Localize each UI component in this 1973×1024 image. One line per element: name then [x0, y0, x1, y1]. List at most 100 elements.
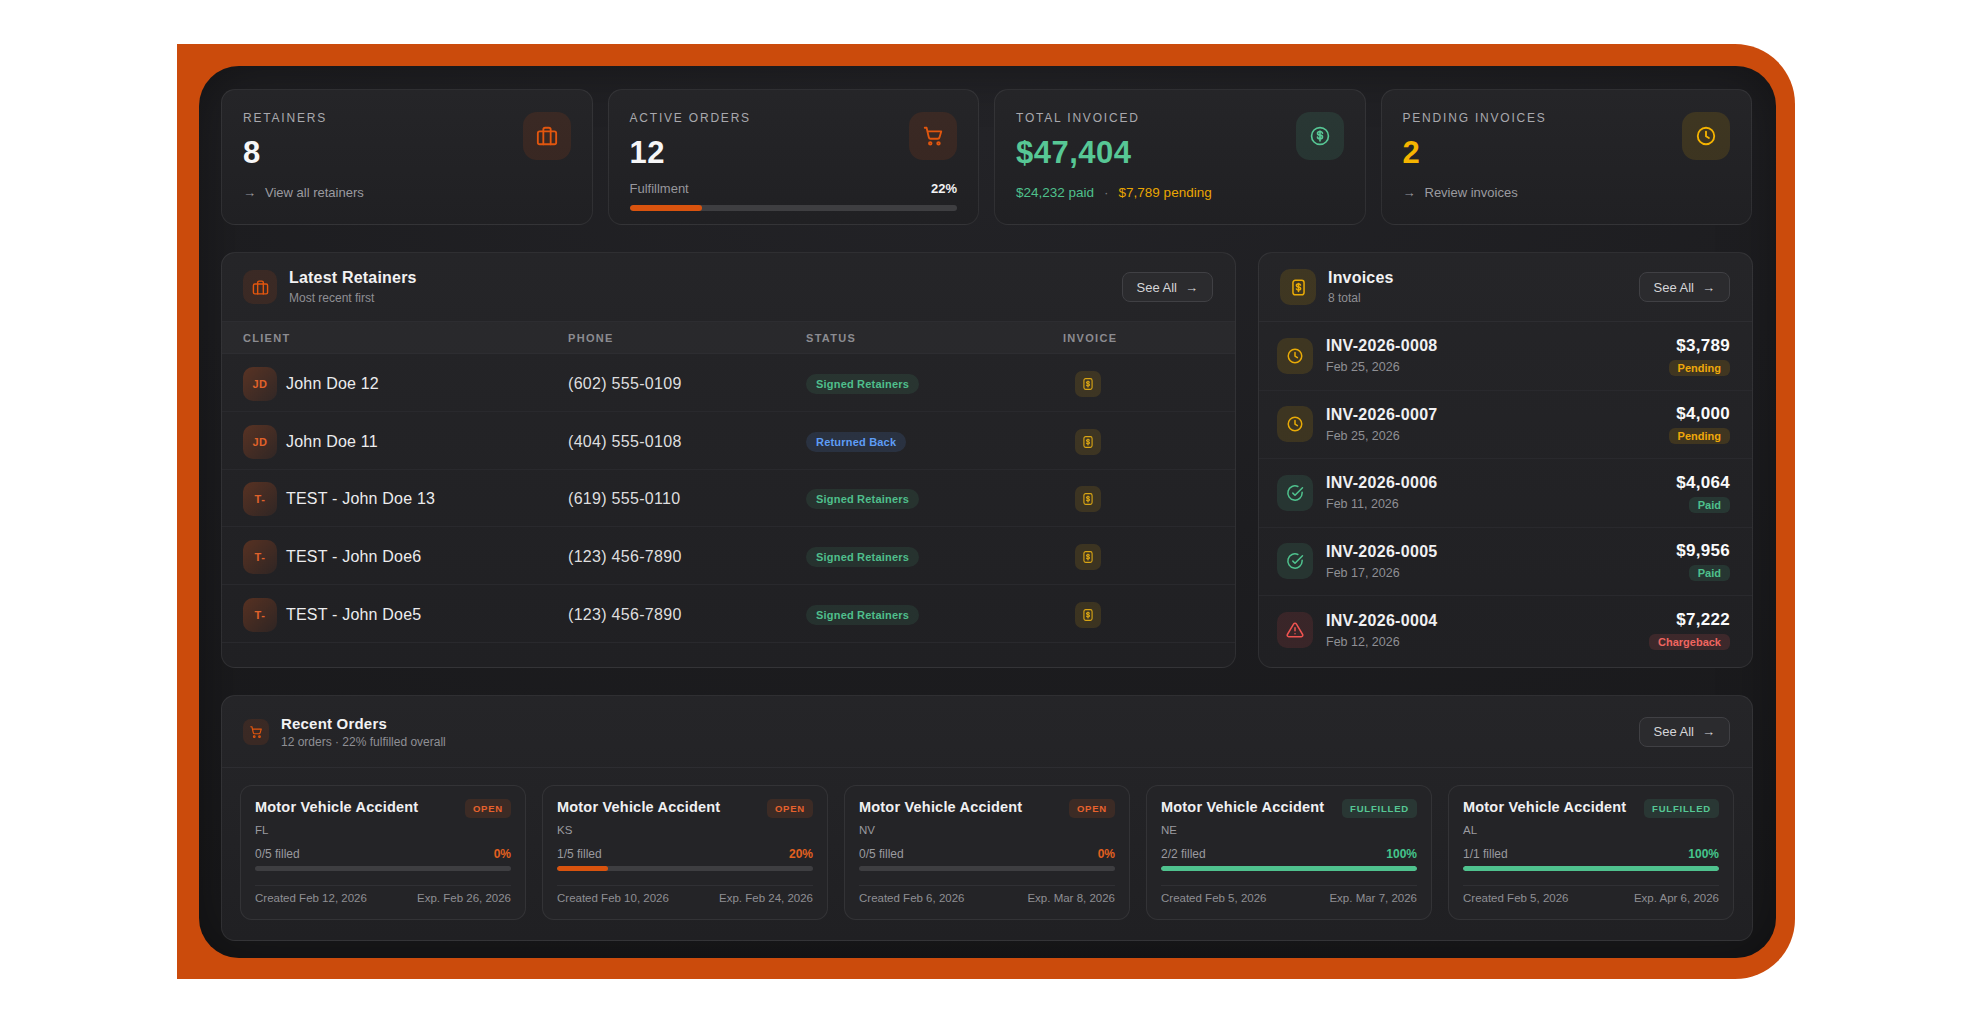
invoice-document-icon[interactable] — [1075, 486, 1101, 512]
invoice-row[interactable]: INV-2026-0006 Feb 11, 2026 $4,064 Paid — [1259, 459, 1752, 528]
invoice-document-icon[interactable] — [1075, 429, 1101, 455]
order-card[interactable]: Motor Vehicle Accident OPEN FL 0/5 fille… — [240, 785, 526, 920]
paid-amount: $24,232 paid — [1016, 185, 1094, 200]
review-invoices-link[interactable]: → Review invoices — [1403, 185, 1731, 200]
status-badge: Returned Back — [806, 432, 906, 452]
avatar: JD — [243, 425, 277, 459]
invoice-status-icon — [1277, 475, 1313, 511]
panel-subtitle: 8 total — [1328, 291, 1394, 305]
order-created: Created Feb 12, 2026 — [255, 892, 367, 904]
invoice-row[interactable]: INV-2026-0004 Feb 12, 2026 $7,222 Charge… — [1259, 596, 1752, 665]
orange-frame: RETAINERS 8 → View all retainers ACTIVE … — [177, 44, 1795, 979]
invoice-document-icon[interactable] — [1075, 371, 1101, 397]
order-state: NE — [1161, 824, 1417, 836]
order-progressbar — [1161, 866, 1417, 871]
invoice-date: Feb 12, 2026 — [1326, 635, 1438, 649]
retainer-row[interactable]: T- TEST - John Doe6 (123) 456-7890 Signe… — [222, 527, 1235, 585]
client-phone: (404) 555-0108 — [568, 433, 806, 451]
retainer-row[interactable]: JD John Doe 11 (404) 555-0108 Returned B… — [222, 412, 1235, 470]
order-expires: Exp. Mar 7, 2026 — [1329, 892, 1417, 904]
avatar: T- — [243, 598, 277, 632]
order-percent: 0% — [494, 847, 511, 861]
invoice-amount: $7,222 — [1649, 610, 1730, 630]
arrow-right-icon: → — [1702, 280, 1715, 295]
order-created: Created Feb 10, 2026 — [557, 892, 669, 904]
order-state: KS — [557, 824, 813, 836]
order-created: Created Feb 6, 2026 — [859, 892, 965, 904]
client-name: TEST - John Doe6 — [286, 548, 421, 566]
order-progressbar — [859, 866, 1115, 871]
order-cards: Motor Vehicle Accident OPEN FL 0/5 fille… — [222, 768, 1752, 920]
client-name: TEST - John Doe5 — [286, 606, 421, 624]
stat-link-label: Review invoices — [1425, 185, 1518, 200]
invoice-amount: $3,789 — [1669, 336, 1730, 356]
retainer-row[interactable]: T- TEST - John Doe5 (123) 456-7890 Signe… — [222, 585, 1235, 643]
order-status-badge: FULFILLED — [1342, 799, 1417, 818]
column-header-phone: PHONE — [568, 332, 806, 344]
invoice-status-badge: Chargeback — [1649, 634, 1730, 650]
order-expires: Exp. Feb 26, 2026 — [417, 892, 511, 904]
invoice-row[interactable]: INV-2026-0008 Feb 25, 2026 $3,789 Pendin… — [1259, 322, 1752, 391]
order-state: NV — [859, 824, 1115, 836]
see-all-orders-button[interactable]: See All → — [1639, 717, 1730, 747]
invoice-number: INV-2026-0006 — [1326, 474, 1438, 492]
order-percent: 100% — [1688, 847, 1719, 861]
stat-value: 12 — [630, 135, 958, 171]
briefcase-icon — [243, 270, 277, 304]
order-card[interactable]: Motor Vehicle Accident OPEN KS 1/5 fille… — [542, 785, 828, 920]
client-phone: (602) 555-0109 — [568, 375, 806, 393]
stat-label: ACTIVE ORDERS — [630, 111, 958, 125]
panel-title: Recent Orders — [281, 715, 446, 732]
order-card[interactable]: Motor Vehicle Accident FULFILLED AL 1/1 … — [1448, 785, 1734, 920]
order-title: Motor Vehicle Accident — [1463, 799, 1626, 815]
arrow-right-icon: → — [1185, 280, 1198, 295]
order-card[interactable]: Motor Vehicle Accident OPEN NV 0/5 fille… — [844, 785, 1130, 920]
cart-icon — [243, 719, 269, 745]
view-all-retainers-link[interactable]: → View all retainers — [243, 185, 571, 200]
order-filled: 1/1 filled — [1463, 847, 1508, 861]
client-phone: (123) 456-7890 — [568, 548, 806, 566]
invoice-date: Feb 17, 2026 — [1326, 566, 1438, 580]
order-expires: Exp. Feb 24, 2026 — [719, 892, 813, 904]
order-title: Motor Vehicle Accident — [1161, 799, 1324, 815]
invoice-row[interactable]: INV-2026-0005 Feb 17, 2026 $9,956 Paid — [1259, 528, 1752, 597]
status-badge: Signed Retainers — [806, 605, 919, 625]
invoice-row[interactable]: INV-2026-0007 Feb 25, 2026 $4,000 Pendin… — [1259, 391, 1752, 460]
invoice-status-badge: Paid — [1689, 497, 1730, 513]
see-all-retainers-button[interactable]: See All → — [1122, 272, 1213, 302]
order-state: AL — [1463, 824, 1719, 836]
client-name: TEST - John Doe 13 — [286, 490, 435, 508]
arrow-right-icon: → — [1702, 724, 1715, 739]
see-all-label: See All — [1137, 280, 1177, 295]
invoice-number: INV-2026-0008 — [1326, 337, 1438, 355]
order-percent: 100% — [1386, 847, 1417, 861]
invoice-document-icon[interactable] — [1075, 602, 1101, 628]
invoices-header: Invoices 8 total See All → — [1259, 253, 1752, 321]
order-progressbar — [557, 866, 813, 871]
invoice-status-icon — [1277, 406, 1313, 442]
invoices-panel: Invoices 8 total See All → — [1258, 252, 1753, 668]
invoice-number: INV-2026-0007 — [1326, 406, 1438, 424]
invoice-number: INV-2026-0004 — [1326, 612, 1438, 630]
pending-amount: $7,789 pending — [1119, 185, 1212, 200]
stat-card-active-orders: ACTIVE ORDERS 12 Fulfillment 22% — [608, 89, 980, 225]
recent-orders-panel: Recent Orders 12 orders · 22% fulfilled … — [221, 695, 1753, 941]
retainers-header: Latest Retainers Most recent first See A… — [222, 253, 1235, 321]
see-all-invoices-button[interactable]: See All → — [1639, 272, 1730, 302]
retainers-table-header: CLIENT PHONE STATUS INVOICE — [222, 321, 1235, 354]
arrow-right-icon: → — [243, 185, 256, 200]
order-status-badge: OPEN — [465, 799, 511, 818]
order-card[interactable]: Motor Vehicle Accident FULFILLED NE 2/2 … — [1146, 785, 1432, 920]
order-created: Created Feb 5, 2026 — [1161, 892, 1267, 904]
invoice-document-icon[interactable] — [1075, 544, 1101, 570]
order-status-badge: OPEN — [1069, 799, 1115, 818]
order-percent: 0% — [1098, 847, 1115, 861]
status-badge: Signed Retainers — [806, 547, 919, 567]
invoice-number: INV-2026-0005 — [1326, 543, 1438, 561]
panel-title: Invoices — [1328, 269, 1394, 287]
invoice-date: Feb 25, 2026 — [1326, 429, 1438, 443]
retainer-row[interactable]: T- TEST - John Doe 13 (619) 555-0110 Sig… — [222, 470, 1235, 528]
stats-row: RETAINERS 8 → View all retainers ACTIVE … — [221, 89, 1752, 225]
retainer-row[interactable]: JD John Doe 12 (602) 555-0109 Signed Ret… — [222, 354, 1235, 412]
avatar: T- — [243, 482, 277, 516]
